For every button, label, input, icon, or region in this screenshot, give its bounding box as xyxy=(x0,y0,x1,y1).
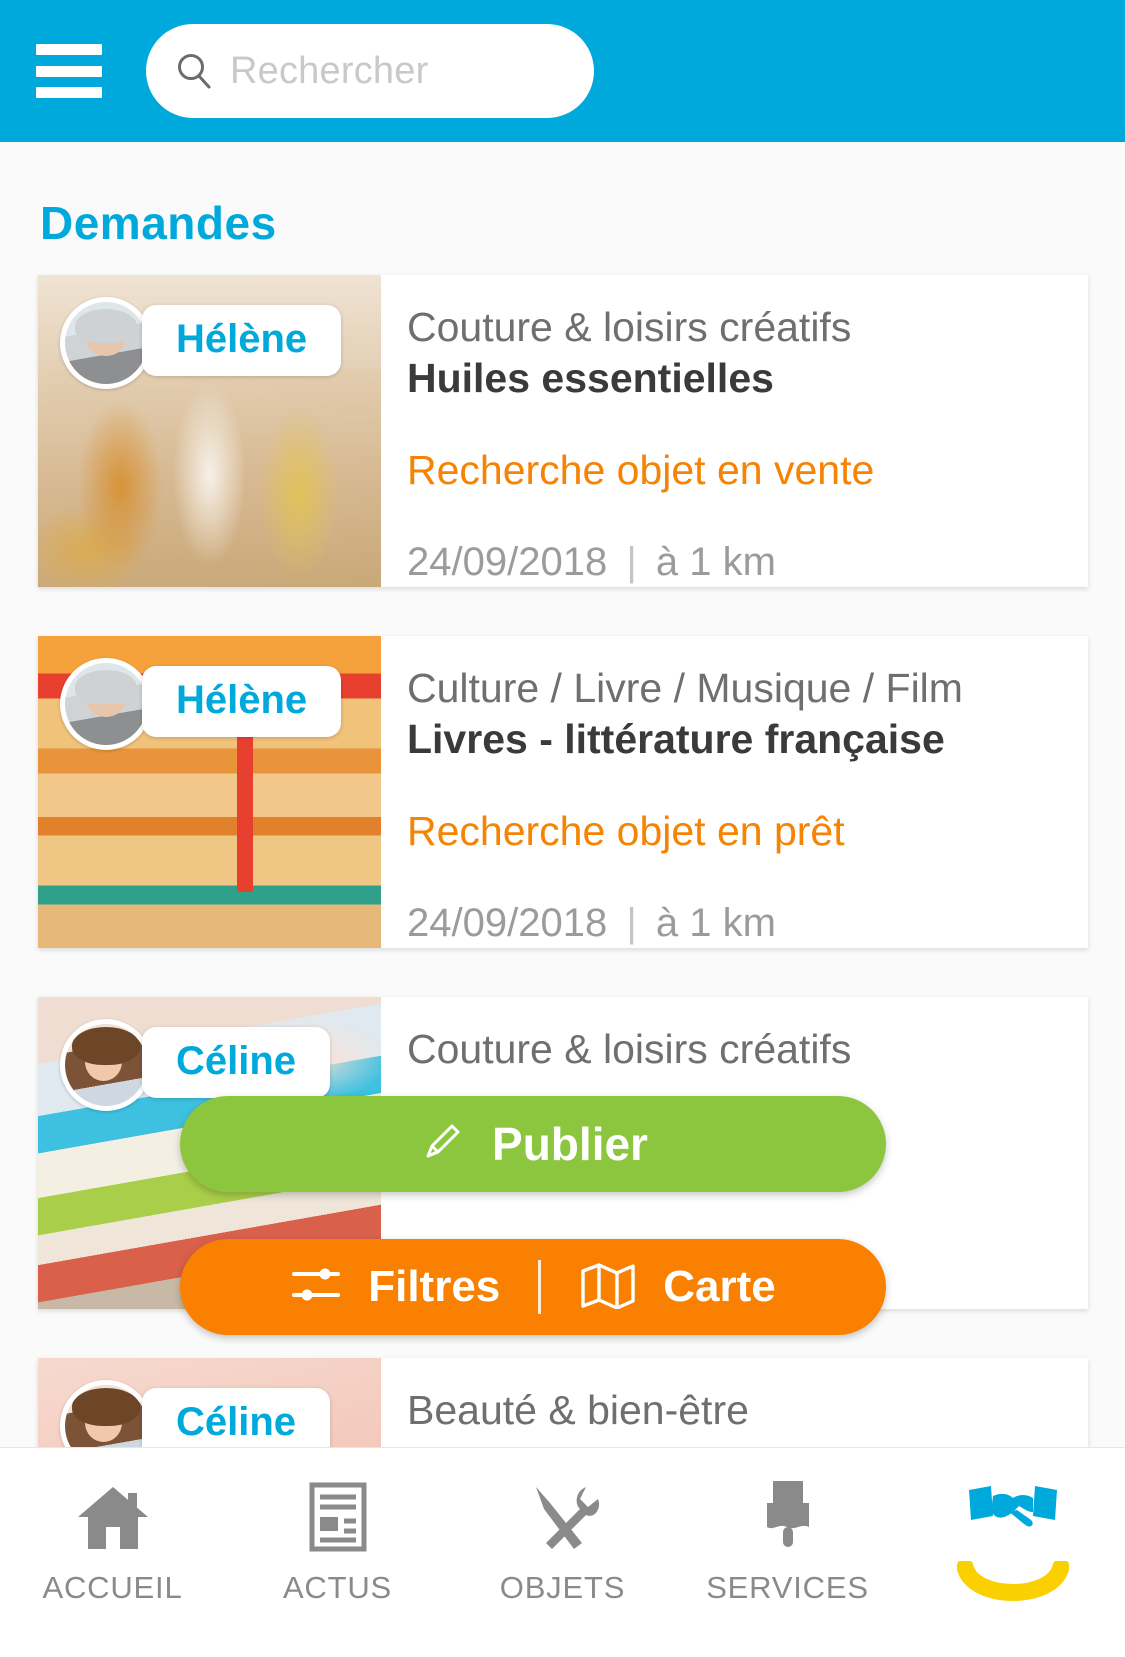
nav-item-actus[interactable]: ACTUS xyxy=(225,1448,450,1606)
handshake-logo-icon xyxy=(965,1482,1061,1551)
card-text: Culture / Livre / Musique / Film Livres … xyxy=(381,636,1088,948)
card-photo: Hélène xyxy=(38,636,381,948)
card-meta: 24/09/2018 | à 1 km xyxy=(407,540,1058,585)
card-category: Couture & loisirs créatifs xyxy=(407,1026,852,1072)
card-request-type: Recherche objet en vente xyxy=(407,447,875,494)
avatar[interactable] xyxy=(60,297,152,389)
nav-item-objets[interactable]: OBJETS xyxy=(450,1448,675,1606)
card-category: Culture / Livre / Musique / Film xyxy=(407,665,963,711)
nav-label: SERVICES xyxy=(706,1570,869,1605)
home-icon xyxy=(74,1478,152,1556)
card-date: 24/09/2018 xyxy=(407,901,608,946)
user-name-badge[interactable]: Céline xyxy=(142,1027,331,1098)
filters-map-bar: Filtres Carte xyxy=(180,1239,886,1335)
nav-item-accueil[interactable]: ACCUEIL xyxy=(0,1448,225,1606)
user-name-badge[interactable]: Hélène xyxy=(142,305,342,376)
card-title: Huiles essentielles xyxy=(407,355,774,402)
hamburger-bar xyxy=(36,65,102,77)
sliders-icon xyxy=(290,1263,342,1312)
demande-card[interactable]: Hélène Couture & loisirs créatifs Huiles… xyxy=(38,275,1088,587)
smile-icon xyxy=(956,1558,1069,1614)
card-date: 24/09/2018 xyxy=(407,540,608,585)
card-text: Couture & loisirs créatifs Huiles essent… xyxy=(381,275,1088,587)
hamburger-bar xyxy=(36,44,102,55)
newspaper-icon xyxy=(304,1478,372,1556)
page-title: Demandes xyxy=(40,197,277,249)
search-icon xyxy=(174,51,214,91)
app-header: Rechercher xyxy=(0,0,1125,142)
nav-label: ACTUS xyxy=(282,1570,393,1605)
card-category: Beauté & bien-être xyxy=(407,1387,749,1433)
card-title: Livres - littérature française xyxy=(407,716,945,763)
filters-button[interactable]: Filtres xyxy=(252,1262,538,1312)
nav-label: ACCUEIL xyxy=(42,1570,183,1605)
hamburger-bar xyxy=(36,87,102,98)
map-button[interactable]: Carte xyxy=(541,1261,814,1314)
tools-icon xyxy=(524,1478,602,1556)
search-bar[interactable]: Rechercher xyxy=(146,24,594,118)
nav-item-services[interactable]: SERVICES xyxy=(675,1448,900,1606)
nav-label: OBJETS xyxy=(499,1570,626,1605)
pencil-icon xyxy=(418,1118,466,1171)
card-photo: Hélène xyxy=(38,275,381,587)
nav-item-brand-logo[interactable] xyxy=(900,1448,1125,1624)
hamburger-menu-icon[interactable] xyxy=(36,44,102,98)
card-category: Couture & loisirs créatifs xyxy=(407,304,852,350)
publish-button-label: Publier xyxy=(492,1118,648,1170)
filters-button-label: Filtres xyxy=(368,1262,501,1311)
search-input-placeholder[interactable]: Rechercher xyxy=(230,50,428,93)
bottom-navigation: ACCUEIL ACTUS OBJETS SERVICES xyxy=(0,1447,1125,1657)
avatar[interactable] xyxy=(60,658,152,750)
user-name-badge[interactable]: Hélène xyxy=(142,666,342,737)
avatar[interactable] xyxy=(60,1019,152,1111)
card-meta: 24/09/2018 | à 1 km xyxy=(407,901,1058,946)
paintbrush-icon xyxy=(757,1478,819,1556)
map-icon xyxy=(579,1261,637,1314)
card-distance: à 1 km xyxy=(655,901,776,946)
app-screen: Rechercher Demandes Hélène Couture & loi… xyxy=(0,0,1125,1657)
map-button-label: Carte xyxy=(663,1262,776,1311)
demande-card[interactable]: Hélène Culture / Livre / Musique / Film … xyxy=(38,636,1088,948)
card-request-type: Recherche objet en prêt xyxy=(407,808,845,855)
card-meta-separator: | xyxy=(626,540,637,585)
card-distance: à 1 km xyxy=(655,540,776,585)
publish-button[interactable]: Publier xyxy=(180,1096,886,1192)
card-meta-separator: | xyxy=(626,901,637,946)
